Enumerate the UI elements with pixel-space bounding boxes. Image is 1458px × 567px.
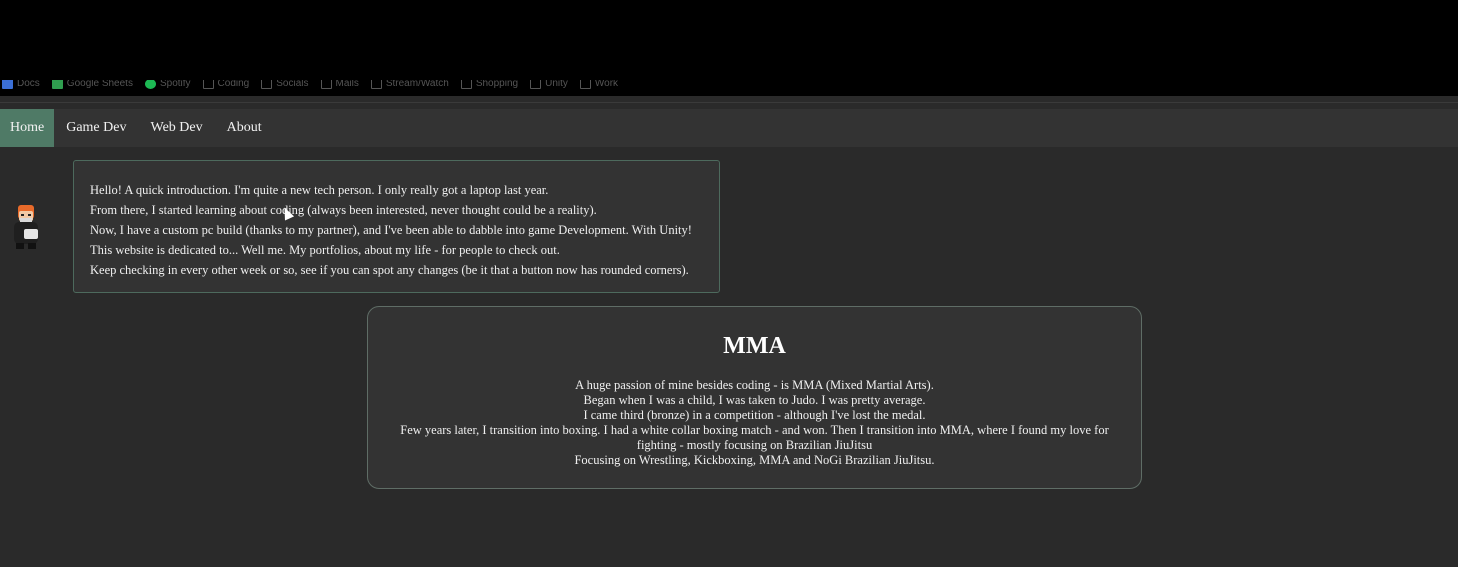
mma-card: MMA A huge passion of mine besides codin…	[367, 306, 1142, 489]
folder-icon	[202, 80, 214, 89]
bookmark-docs[interactable]: Docs	[2, 80, 40, 89]
folder-icon	[370, 80, 382, 89]
divider	[0, 102, 1458, 103]
bookmark-label: Docs	[17, 80, 40, 89]
folder-icon	[530, 80, 542, 89]
intro-line: From there, I started learning about cod…	[90, 203, 597, 217]
bookmark-label: Google Sheets	[66, 80, 133, 89]
nav-about[interactable]: About	[215, 109, 274, 147]
folder-icon	[579, 80, 591, 89]
sheets-icon	[51, 80, 63, 89]
top-navbar: Home Game Dev Web Dev About	[0, 109, 1458, 147]
bookmark-label: Stream/Watch	[385, 80, 449, 89]
bookmark-work[interactable]: Work	[579, 80, 619, 89]
nav-home[interactable]: Home	[0, 109, 55, 147]
bookmark-unity[interactable]: Unity	[530, 80, 568, 89]
bookmark-label: Spotify	[159, 80, 191, 89]
nav-web-dev[interactable]: Web Dev	[138, 109, 214, 147]
mma-line: A huge passion of mine besides coding - …	[575, 378, 934, 392]
bookmark-google-sheets[interactable]: Google Sheets	[51, 80, 133, 89]
bookmark-spotify[interactable]: Spotify	[144, 80, 191, 89]
bookmark-label: Socials	[276, 80, 309, 89]
bookmark-label: Coding	[217, 80, 250, 89]
intro-line: This website is dedicated to... Well me.…	[90, 243, 560, 257]
folder-icon	[460, 80, 472, 89]
bookmark-label: Unity	[545, 80, 568, 89]
bookmark-label: Mails	[335, 80, 359, 89]
bookmark-coding[interactable]: Coding	[202, 80, 250, 89]
mma-line: Began when I was a child, I was taken to…	[583, 393, 926, 407]
folder-icon	[320, 80, 332, 89]
window-top-area	[0, 0, 1458, 88]
mma-line: Focusing on Wrestling, Kickboxing, MMA a…	[574, 453, 935, 467]
bookmark-socials[interactable]: Socials	[261, 80, 309, 89]
bookmark-shopping[interactable]: Shopping	[460, 80, 519, 89]
intro-card: Hello! A quick introduction. I'm quite a…	[73, 160, 720, 293]
bookmark-label: Work	[594, 80, 619, 89]
bookmark-mails[interactable]: Mails	[320, 80, 359, 89]
mma-title: MMA	[723, 333, 786, 359]
intro-line: Now, I have a custom pc build (thanks to…	[90, 223, 692, 237]
bookmark-label: Shopping	[475, 80, 519, 89]
bookmarks-bar: Docs Google Sheets Spotify Coding Social…	[0, 80, 1458, 96]
intro-line: Hello! A quick introduction. I'm quite a…	[90, 183, 549, 197]
folder-icon	[261, 80, 273, 89]
spotify-icon	[144, 80, 156, 89]
intro-line: Keep checking in every other week or so,…	[90, 263, 689, 277]
bookmark-stream-watch[interactable]: Stream/Watch	[370, 80, 449, 89]
mma-line: I came third (bronze) in a competition -…	[583, 408, 926, 422]
nav-game-dev[interactable]: Game Dev	[54, 109, 138, 147]
docs-icon	[2, 80, 13, 89]
avatar	[14, 205, 38, 249]
mma-line: Few years later, I transition into boxin…	[400, 423, 1109, 452]
